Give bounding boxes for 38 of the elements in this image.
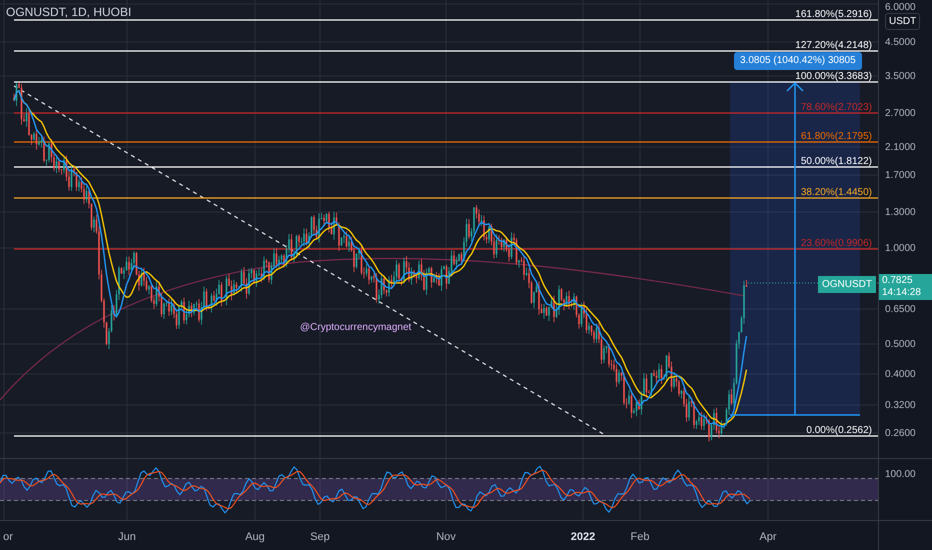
price-tick-label: 6.0000 [885, 1, 916, 15]
time-axis-label: Feb [630, 530, 650, 545]
price-tick-label: 1.0000 [885, 242, 916, 256]
price-tick-label: 0.6500 [885, 303, 916, 317]
symbol-tag: OGNUSDT [818, 276, 876, 293]
fib-level-label: 38.20%(1.4450) [800, 187, 872, 198]
measure-label: 3.0805 (1040.42%) 30805 [734, 52, 862, 70]
fib-level-label: 23.60%(0.9906) [800, 238, 872, 249]
time-axis-label: Apr [759, 530, 777, 545]
fib-level-label: 0.00%(0.2562) [806, 425, 872, 436]
fib-level-label: 78.60%(2.7023) [800, 102, 872, 113]
price-tick-label: 0.3200 [885, 399, 916, 413]
last-price: 0.7825 [882, 275, 914, 287]
price-tick-label: 3.5000 [885, 70, 916, 84]
bar-countdown: 14:14:28 [882, 287, 922, 299]
chart-annotation: @Cryptocurrencymagnet [300, 321, 412, 335]
fib-level-label: 127.20%(4.2148) [795, 40, 872, 51]
rsi-axis-label: 100.00 [885, 469, 916, 480]
time-axis-label: 2022 [570, 530, 596, 545]
price-tick-label: 0.5000 [885, 338, 916, 352]
price-tick-label: 2.1000 [885, 141, 916, 155]
price-tick-label: 4.5000 [885, 36, 916, 50]
price-tick-label: 0.4000 [885, 368, 916, 382]
price-tick-label: 1.7000 [885, 169, 916, 183]
fib-level-label: 100.00%(3.3683) [795, 71, 872, 82]
time-axis-label: Jun [118, 530, 136, 545]
time-axis-label: Aug [245, 530, 265, 545]
fib-level-label: 161.80%(5.2916) [795, 9, 872, 20]
price-tick-label: 0.2600 [885, 427, 916, 441]
time-axis-label: Sep [310, 530, 330, 545]
time-axis-label: or [3, 530, 13, 545]
chart-title: OGNUSDT, 1D, HUOBI [6, 4, 132, 21]
price-tick-label: 2.7000 [885, 107, 916, 121]
time-axis-label: Nov [436, 530, 456, 545]
currency-badge: USDT [885, 13, 920, 30]
fib-level-label: 61.80%(2.1795) [800, 131, 872, 142]
fib-level-label: 50.00%(1.8122) [800, 156, 872, 167]
price-tick-label: 1.3000 [885, 206, 916, 220]
